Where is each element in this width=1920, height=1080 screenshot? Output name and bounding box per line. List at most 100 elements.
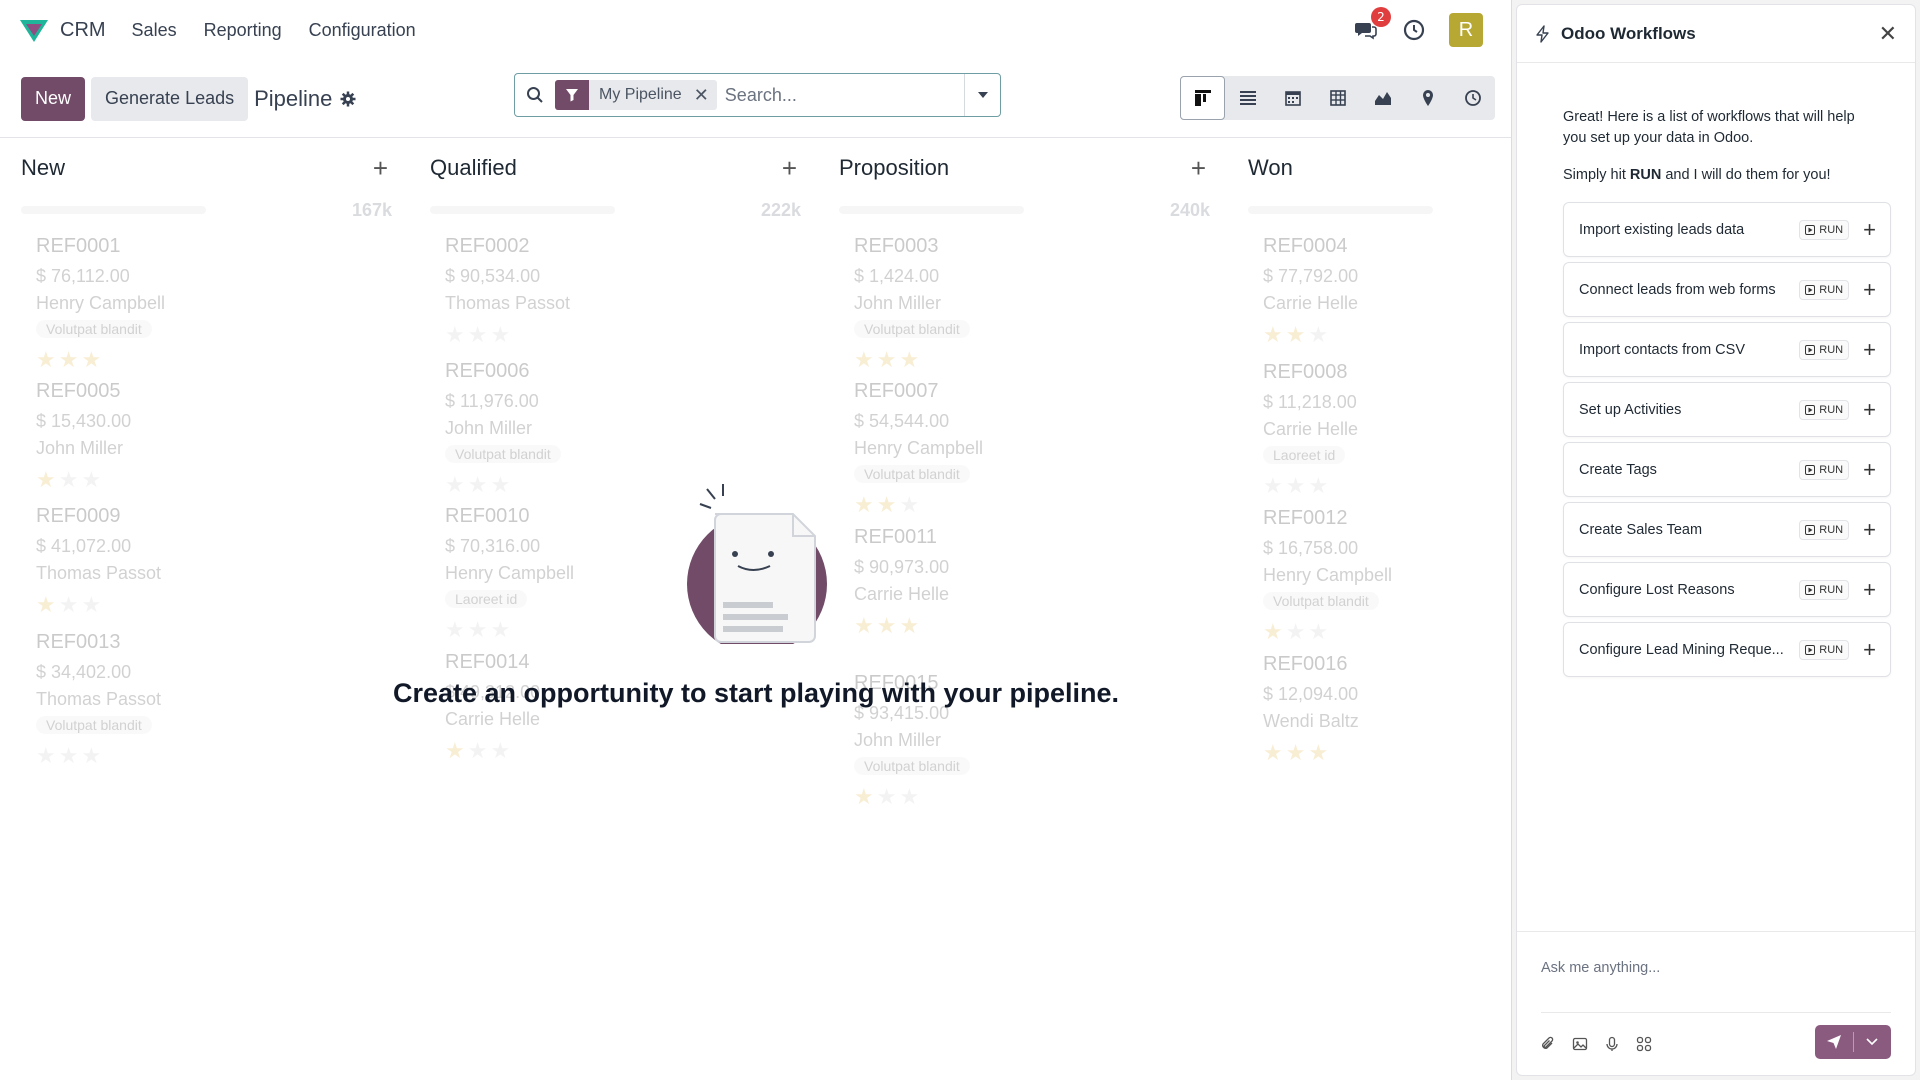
kanban-card[interactable]: REF0006 $ 11,976.00 John Miller Volutpat bl… bbox=[430, 348, 800, 498]
kanban-card[interactable]: REF0012 $ 16,758.00 Henry Campbell Volutpat… bbox=[1248, 495, 1511, 645]
column-title[interactable]: Qualified bbox=[430, 155, 517, 181]
image-icon[interactable] bbox=[1571, 1035, 1589, 1053]
kanban-card[interactable]: REF0008 $ 11,218.00 Carrie Helle Laoreet id… bbox=[1248, 349, 1511, 499]
add-icon[interactable]: + bbox=[1863, 637, 1876, 663]
chevron-down-icon[interactable] bbox=[1854, 1025, 1892, 1059]
activities-button[interactable] bbox=[1401, 17, 1427, 43]
star-icon[interactable]: ★ bbox=[877, 784, 900, 809]
star-icon[interactable]: ★ bbox=[1286, 322, 1309, 347]
run-button[interactable]: RUN bbox=[1799, 579, 1850, 600]
kanban-view-button[interactable] bbox=[1180, 76, 1225, 120]
workflow-item[interactable]: Create Tags RUN + bbox=[1563, 442, 1891, 497]
run-button[interactable]: RUN bbox=[1799, 339, 1850, 360]
workflow-item[interactable]: Set up Activities RUN + bbox=[1563, 382, 1891, 437]
star-icon[interactable]: ★ bbox=[899, 613, 922, 638]
star-icon[interactable]: ★ bbox=[490, 738, 513, 763]
apps-icon[interactable] bbox=[1635, 1035, 1653, 1053]
star-icon[interactable]: ★ bbox=[1308, 740, 1331, 765]
run-button[interactable]: RUN bbox=[1799, 279, 1850, 300]
column-title[interactable]: New bbox=[21, 155, 65, 181]
star-icon[interactable]: ★ bbox=[36, 592, 59, 617]
gear-icon[interactable] bbox=[340, 91, 356, 107]
add-icon[interactable]: + bbox=[1863, 337, 1876, 363]
star-icon[interactable]: ★ bbox=[59, 467, 82, 492]
star-icon[interactable]: ★ bbox=[445, 322, 468, 347]
workflow-item[interactable]: Import existing leads data RUN + bbox=[1563, 202, 1891, 257]
add-card-icon[interactable]: + bbox=[782, 153, 797, 184]
search-input[interactable] bbox=[724, 84, 964, 106]
new-button[interactable]: New bbox=[21, 76, 86, 121]
map-view-button[interactable] bbox=[1405, 76, 1450, 120]
menu-sales[interactable]: Sales bbox=[132, 20, 177, 41]
kanban-card[interactable]: REF0007 $ 54,544.00 Henry Campbell Volutpat… bbox=[839, 368, 1209, 518]
star-icon[interactable]: ★ bbox=[1308, 322, 1331, 347]
star-icon[interactable]: ★ bbox=[36, 743, 59, 768]
column-title[interactable]: Won bbox=[1248, 155, 1293, 181]
add-icon[interactable]: + bbox=[1863, 217, 1876, 243]
workflow-item[interactable]: Connect leads from web forms RUN + bbox=[1563, 262, 1891, 317]
kanban-card[interactable]: REF0011 $ 90,973.00 Carrie Helle ★★★ bbox=[839, 514, 1209, 639]
chat-input[interactable] bbox=[1541, 960, 1891, 976]
calendar-view-button[interactable] bbox=[1270, 76, 1315, 120]
user-avatar[interactable]: R bbox=[1449, 13, 1483, 47]
star-icon[interactable]: ★ bbox=[877, 613, 900, 638]
close-icon[interactable]: ✕ bbox=[1879, 21, 1897, 47]
crm-logo-icon[interactable] bbox=[18, 16, 50, 44]
star-icon[interactable]: ★ bbox=[81, 467, 104, 492]
add-icon[interactable]: + bbox=[1863, 517, 1876, 543]
add-icon[interactable]: + bbox=[1863, 577, 1876, 603]
remove-facet-icon[interactable]: ✕ bbox=[694, 85, 709, 106]
run-button[interactable]: RUN bbox=[1799, 399, 1850, 420]
star-icon[interactable]: ★ bbox=[59, 592, 82, 617]
workflow-item[interactable]: Create Sales Team RUN + bbox=[1563, 502, 1891, 557]
pivot-view-button[interactable] bbox=[1315, 76, 1360, 120]
star-icon[interactable]: ★ bbox=[81, 592, 104, 617]
run-button[interactable]: RUN bbox=[1799, 219, 1850, 240]
add-icon[interactable]: + bbox=[1863, 277, 1876, 303]
run-button[interactable]: RUN bbox=[1799, 519, 1850, 540]
microphone-icon[interactable] bbox=[1603, 1035, 1621, 1053]
star-icon[interactable]: ★ bbox=[1286, 740, 1309, 765]
kanban-card[interactable]: REF0002 $ 90,534.00 Thomas Passot ★★★ bbox=[430, 223, 800, 348]
star-icon[interactable]: ★ bbox=[468, 322, 491, 347]
kanban-card[interactable]: REF0003 $ 1,424.00 John Miller Volutpat bla… bbox=[839, 223, 1209, 373]
star-icon[interactable]: ★ bbox=[445, 738, 468, 763]
column-title[interactable]: Proposition bbox=[839, 155, 949, 181]
workflow-item[interactable]: Configure Lead Mining Reque... RUN + bbox=[1563, 622, 1891, 677]
search-options-toggle[interactable] bbox=[964, 74, 1000, 116]
menu-reporting[interactable]: Reporting bbox=[204, 20, 282, 41]
star-icon[interactable]: ★ bbox=[81, 743, 104, 768]
activity-view-button[interactable] bbox=[1450, 76, 1495, 120]
star-icon[interactable]: ★ bbox=[36, 467, 59, 492]
workflow-item[interactable]: Import contacts from CSV RUN + bbox=[1563, 322, 1891, 377]
star-icon[interactable]: ★ bbox=[59, 743, 82, 768]
kanban-card[interactable]: REF0004 $ 77,792.00 Carrie Helle ★★★ bbox=[1248, 223, 1511, 348]
kanban-card[interactable]: REF0005 $ 15,430.00 John Miller ★★★ bbox=[21, 368, 391, 493]
send-button[interactable] bbox=[1815, 1025, 1891, 1059]
star-icon[interactable]: ★ bbox=[468, 738, 491, 763]
graph-view-button[interactable] bbox=[1360, 76, 1405, 120]
add-icon[interactable]: + bbox=[1863, 397, 1876, 423]
star-icon[interactable]: ★ bbox=[1263, 740, 1286, 765]
star-icon[interactable]: ★ bbox=[490, 322, 513, 347]
list-view-button[interactable] bbox=[1225, 76, 1270, 120]
send-icon[interactable] bbox=[1815, 1025, 1853, 1059]
star-icon[interactable]: ★ bbox=[899, 784, 922, 809]
app-name[interactable]: CRM bbox=[60, 19, 106, 42]
star-icon[interactable]: ★ bbox=[854, 613, 877, 638]
menu-configuration[interactable]: Configuration bbox=[309, 20, 416, 41]
add-card-icon[interactable]: + bbox=[373, 153, 388, 184]
workflow-item[interactable]: Configure Lost Reasons RUN + bbox=[1563, 562, 1891, 617]
run-button[interactable]: RUN bbox=[1799, 459, 1850, 480]
kanban-card[interactable]: REF0001 $ 76,112.00 Henry Campbell Volutpat… bbox=[21, 223, 391, 373]
attach-icon[interactable] bbox=[1539, 1035, 1557, 1053]
add-icon[interactable]: + bbox=[1863, 457, 1876, 483]
search-icon[interactable] bbox=[515, 86, 555, 104]
kanban-card[interactable]: REF0009 $ 41,072.00 Thomas Passot ★★★ bbox=[21, 493, 391, 618]
add-card-icon[interactable]: + bbox=[1191, 153, 1206, 184]
star-icon[interactable]: ★ bbox=[1263, 322, 1286, 347]
generate-leads-button[interactable]: Generate Leads bbox=[91, 76, 249, 121]
messages-button[interactable]: 2 bbox=[1353, 7, 1391, 43]
star-icon[interactable]: ★ bbox=[854, 784, 877, 809]
run-button[interactable]: RUN bbox=[1799, 639, 1850, 660]
